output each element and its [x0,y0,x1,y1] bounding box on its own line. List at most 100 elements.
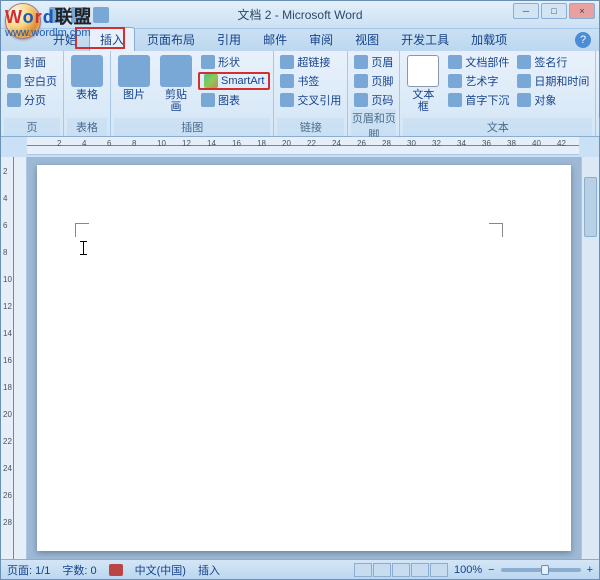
view-outline[interactable] [411,563,429,577]
group-pages: 封面 空白页 分页 页 [1,51,64,136]
titlebar: 文档 2 - Microsoft Word ─ □ × [1,1,599,29]
document-area: 246810121416182022242628 [1,157,599,559]
ribbon: 封面 空白页 分页 页 表格 表格 图片 [1,51,599,137]
group-text: 文本框 文档部件 艺术字 首字下沉 签名行 日期和时间 对象 文本 [400,51,596,136]
blank-icon [7,74,21,88]
smartart-icon [204,74,218,88]
ruler-vertical[interactable]: 246810121416182022242628 [1,157,27,559]
page-break-button[interactable]: 分页 [4,91,60,109]
clipart-button[interactable]: 剪贴画 [156,53,196,115]
quickparts-icon [448,55,462,69]
status-mode[interactable]: 插入 [198,562,220,578]
ribbon-tabs: 开始 插入 页面布局 引用 邮件 审阅 视图 开发工具 加载项 ? [1,29,599,51]
status-page[interactable]: 页面: 1/1 [7,562,50,578]
tab-insert[interactable]: 插入 [89,27,135,51]
view-print-layout[interactable] [354,563,372,577]
page-viewport [27,157,581,559]
tab-addins[interactable]: 加载项 [461,28,517,51]
datetime-button[interactable]: 日期和时间 [514,72,592,90]
maximize-button[interactable]: □ [541,3,567,19]
chart-button[interactable]: 图表 [198,91,270,109]
clipart-icon [160,55,192,87]
office-button[interactable] [5,3,41,39]
help-icon[interactable]: ? [575,32,591,48]
group-headerfooter: 页眉 页脚 页码 页眉和页脚 [348,51,400,136]
group-links: 超链接 书签 交叉引用 链接 [274,51,348,136]
textbox-icon [407,55,439,87]
wordart-button[interactable]: 艺术字 [445,72,512,90]
document-page[interactable] [37,165,571,551]
vertical-scrollbar[interactable] [581,157,599,559]
zoom-out-button[interactable]: − [488,564,494,576]
footer-button[interactable]: 页脚 [351,72,396,90]
tab-references[interactable]: 引用 [207,28,251,51]
view-web[interactable] [392,563,410,577]
shapes-icon [201,55,215,69]
tab-developer[interactable]: 开发工具 [391,28,459,51]
tab-view[interactable]: 视图 [345,28,389,51]
textbox-button[interactable]: 文本框 [403,53,443,115]
picture-icon [118,55,150,87]
statusbar: 页面: 1/1 字数: 0 中文(中国) 插入 100% − + [1,559,599,579]
sigline-button[interactable]: 签名行 [514,53,592,71]
group-illustrations: 图片 剪贴画 形状 SmartArt 图表 插图 [111,51,274,136]
hyperlink-icon [280,55,294,69]
bookmark-button[interactable]: 书签 [277,72,344,90]
group-tables: 表格 表格 [64,51,111,136]
bookmark-icon [280,74,294,88]
zoom-thumb[interactable] [541,565,549,575]
tab-home[interactable]: 开始 [43,28,87,51]
hyperlink-button[interactable]: 超链接 [277,53,344,71]
ruler-horizontal[interactable]: 24681012141618202224262830323436384042 [27,137,579,155]
dropcap-icon [448,93,462,107]
tab-review[interactable]: 审阅 [299,28,343,51]
zoom-slider[interactable] [501,568,581,572]
status-lang[interactable]: 中文(中国) [135,562,186,578]
pagenum-icon [354,93,368,107]
zoom-level[interactable]: 100% [454,564,482,576]
cover-page-button[interactable]: 封面 [4,53,60,71]
minimize-button[interactable]: ─ [513,3,539,19]
shapes-button[interactable]: 形状 [198,53,270,71]
status-words[interactable]: 字数: 0 [62,562,96,578]
view-fullscreen[interactable] [373,563,391,577]
header-icon [354,55,368,69]
margin-corner-tr [489,223,503,237]
table-icon [71,55,103,87]
break-icon [7,93,21,107]
redo-icon[interactable] [93,7,109,23]
proofing-icon[interactable] [109,564,123,576]
text-cursor [83,241,84,255]
object-button[interactable]: 对象 [514,91,592,109]
crossref-icon [280,93,294,107]
group-symbols: π公式 Ω符号 编号 符号 [596,51,600,136]
object-icon [517,93,531,107]
view-buttons [354,563,448,577]
blank-page-button[interactable]: 空白页 [4,72,60,90]
picture-button[interactable]: 图片 [114,53,154,103]
dropcap-button[interactable]: 首字下沉 [445,91,512,109]
sigline-icon [517,55,531,69]
quick-access-toolbar [49,7,109,23]
margin-corner-tl [75,223,89,237]
cover-icon [7,55,21,69]
close-button[interactable]: × [569,3,595,19]
table-button[interactable]: 表格 [67,53,107,103]
chart-icon [201,93,215,107]
undo-icon[interactable] [71,7,87,23]
footer-icon [354,74,368,88]
view-draft[interactable] [430,563,448,577]
quickparts-button[interactable]: 文档部件 [445,53,512,71]
tab-mailings[interactable]: 邮件 [253,28,297,51]
pagenum-button[interactable]: 页码 [351,91,396,109]
tab-pagelayout[interactable]: 页面布局 [137,28,205,51]
datetime-icon [517,74,531,88]
smartart-button[interactable]: SmartArt [198,72,270,90]
app-window: Word联盟 www.wordlm.com 文档 2 - Microsoft W… [0,0,600,580]
scrollbar-thumb[interactable] [584,177,597,237]
header-button[interactable]: 页眉 [351,53,396,71]
crossref-button[interactable]: 交叉引用 [277,91,344,109]
save-icon[interactable] [49,7,65,23]
wordart-icon [448,74,462,88]
zoom-in-button[interactable]: + [587,564,593,576]
